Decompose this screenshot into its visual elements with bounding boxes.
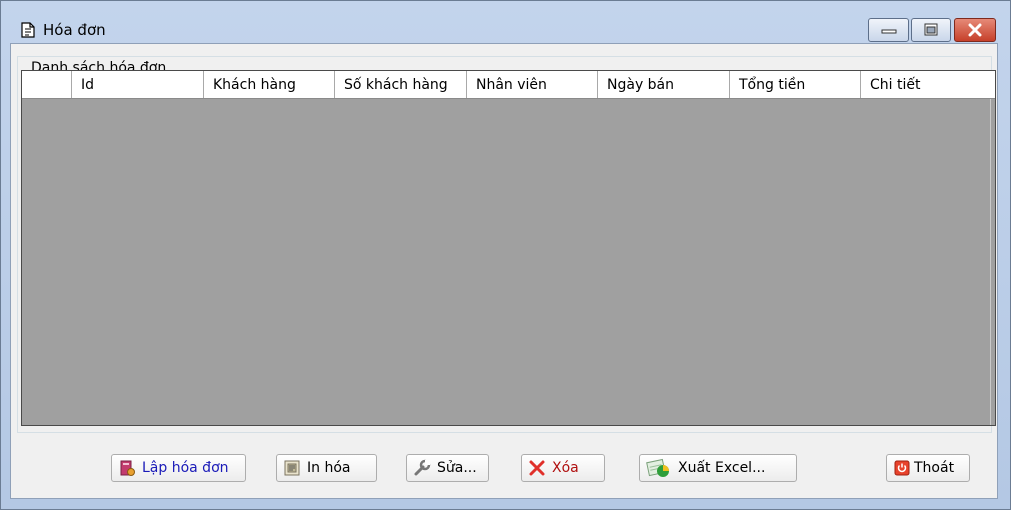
title-bar[interactable]: Hóa đơn (1, 1, 1010, 43)
create-invoice-button[interactable]: Lập hóa đơn (111, 454, 246, 482)
export-excel-button[interactable]: Xuất Excel... (639, 454, 797, 482)
exit-label: Thoát (914, 460, 955, 476)
wrench-icon (414, 459, 431, 476)
column-customer[interactable]: Khách hàng (204, 71, 335, 98)
grid-divider (990, 99, 991, 425)
column-sale-date[interactable]: Ngày bán (598, 71, 730, 98)
delete-x-icon (529, 460, 545, 476)
excel-chart-icon (646, 458, 669, 477)
document-icon (21, 22, 35, 38)
invoice-grid[interactable]: Id Khách hàng Số khách hàng Nhân viên Ng… (21, 70, 996, 426)
edit-button[interactable]: Sửa... (406, 454, 489, 482)
print-invoice-button[interactable]: In hóa (276, 454, 377, 482)
create-invoice-label: Lập hóa đơn (142, 460, 229, 476)
invoice-book-icon (120, 460, 135, 476)
column-total[interactable]: Tổng tiền (730, 71, 861, 98)
exit-button[interactable]: Thoát (886, 454, 970, 482)
grid-header: Id Khách hàng Số khách hàng Nhân viên Ng… (22, 71, 995, 99)
delete-button[interactable]: Xóa (521, 454, 605, 482)
minimize-icon (881, 29, 896, 34)
power-icon (894, 460, 910, 476)
column-details[interactable]: Chi tiết (861, 71, 995, 98)
print-icon (284, 460, 300, 476)
row-header-column[interactable] (22, 71, 72, 98)
minimize-button[interactable] (868, 18, 909, 42)
edit-label: Sửa... (437, 460, 477, 476)
column-customer-number[interactable]: Số khách hàng (335, 71, 467, 98)
maximize-icon (924, 23, 938, 36)
print-invoice-label: In hóa (307, 460, 351, 476)
column-id[interactable]: Id (72, 71, 204, 98)
close-button[interactable] (954, 18, 996, 42)
window: Hóa đơn Danh sách hóa đơn Id Khách hàng … (0, 0, 1011, 510)
client-area: Danh sách hóa đơn Id Khách hàng Số khách… (10, 43, 998, 499)
delete-label: Xóa (552, 460, 579, 476)
close-icon (968, 23, 982, 37)
maximize-button[interactable] (911, 18, 951, 42)
export-excel-label: Xuất Excel... (678, 460, 766, 476)
column-employee[interactable]: Nhân viên (467, 71, 598, 98)
window-title: Hóa đơn (43, 21, 106, 39)
